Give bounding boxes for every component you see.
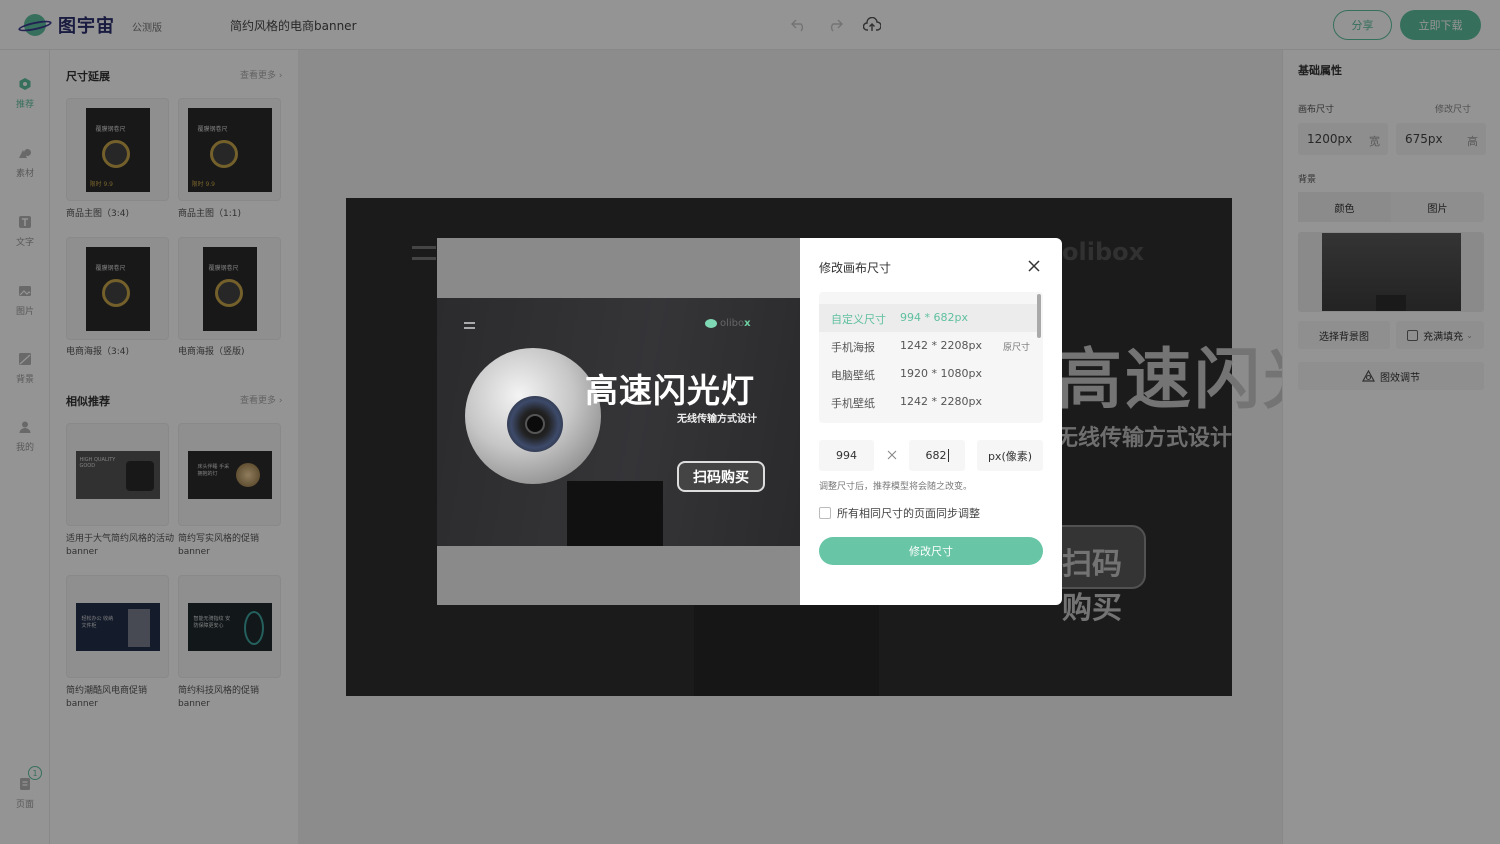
preview-subheadline: 无线传输方式设计 (677, 414, 757, 425)
menu-icon (464, 322, 475, 329)
dialog-title: 修改画布尺寸 (819, 261, 892, 275)
original-size-tag: 原尺寸 (1003, 343, 1031, 353)
camera-image (465, 348, 601, 484)
sync-pages-label[interactable]: 所有相同尺寸的页面同步调整 (837, 505, 980, 521)
preview-banner: olibo x 高速闪光灯 无线传输方式设计 扫码购买 (437, 298, 800, 546)
text-caret (947, 449, 949, 462)
pedestal-box (567, 481, 663, 546)
width-input[interactable]: 994 (819, 440, 874, 471)
close-icon[interactable] (1026, 258, 1042, 274)
size-preset-custom[interactable]: 自定义尺寸 994 * 682px (819, 304, 1037, 332)
preview-headline: 高速闪光灯 (585, 371, 755, 410)
resize-preview: olibo x 高速闪光灯 无线传输方式设计 扫码购买 (437, 238, 800, 605)
apply-resize-button[interactable]: 修改尺寸 (819, 537, 1043, 565)
brand-logo: olibo x (705, 318, 751, 329)
size-preset-phone-wallpaper[interactable]: 手机壁纸 1242 * 2280px (819, 388, 1037, 416)
size-preset-list[interactable]: 自定义尺寸 994 * 682px 手机海报 1242 * 2208px 原尺寸 电脑… (819, 292, 1043, 423)
list-scrollbar[interactable] (1037, 294, 1041, 338)
size-preset-phone-poster[interactable]: 手机海报 1242 * 2208px 原尺寸 (819, 332, 1037, 360)
sync-pages-checkbox[interactable] (819, 507, 831, 519)
resize-hint: 调整尺寸后，推荐模型将会随之改变。 (819, 482, 973, 492)
preview-buy-button: 扫码购买 (677, 461, 765, 492)
multiply-icon (886, 449, 898, 461)
height-input[interactable]: 682 (909, 440, 965, 471)
size-preset-desktop-wallpaper[interactable]: 电脑壁纸 1920 * 1080px (819, 360, 1037, 388)
resize-canvas-dialog: 修改画布尺寸 自定义尺寸 994 * 682px 手机海报 1242 * 2208p… (800, 238, 1062, 605)
unit-select[interactable]: px(像素) (977, 440, 1043, 471)
